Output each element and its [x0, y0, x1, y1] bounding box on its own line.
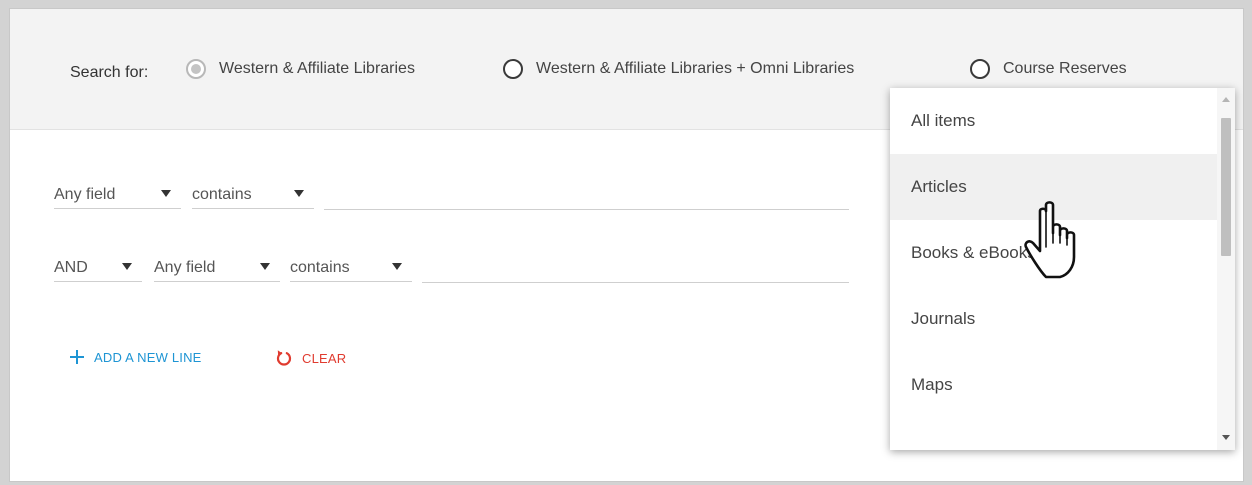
radio-unchecked-icon: [503, 59, 523, 79]
field-select-value: Any field: [54, 185, 116, 203]
condition-select-value: contains: [192, 185, 252, 203]
radio-label: Western & Affiliate Libraries + Omni Lib…: [536, 60, 855, 77]
radio-western-affiliate-libraries[interactable]: Western & Affiliate Libraries: [186, 59, 415, 79]
caret-down-icon: [161, 190, 171, 197]
dropdown-option-articles[interactable]: Articles: [890, 154, 1217, 220]
operator-select-value: AND: [54, 258, 88, 276]
dropdown-scrollbar[interactable]: [1217, 88, 1235, 450]
add-new-line-label: ADD A NEW LINE: [94, 349, 202, 365]
scroll-up-arrow-icon[interactable]: [1222, 97, 1230, 102]
scrollbar-thumb[interactable]: [1221, 118, 1231, 256]
caret-down-icon: [122, 263, 132, 270]
scroll-down-arrow-icon[interactable]: [1222, 435, 1230, 440]
caret-down-icon: [392, 263, 402, 270]
condition-select-row-1[interactable]: contains: [192, 181, 314, 209]
radio-label: Western & Affiliate Libraries: [219, 60, 415, 77]
radio-checked-icon: [186, 59, 206, 79]
operator-select-row-2[interactable]: AND: [54, 254, 142, 282]
dropdown-option-maps[interactable]: Maps: [890, 352, 1217, 418]
radio-course-reserves[interactable]: Course Reserves: [970, 59, 1127, 79]
add-new-line-button[interactable]: ADD A NEW LINE: [69, 349, 202, 365]
radio-label: Course Reserves: [1003, 60, 1127, 77]
material-type-dropdown: All items Articles Books & eBooks Journa…: [890, 88, 1235, 450]
field-select-value: Any field: [154, 258, 216, 276]
clear-label: CLEAR: [302, 350, 347, 366]
caret-down-icon: [294, 190, 304, 197]
plus-icon: [70, 350, 84, 364]
clear-button[interactable]: CLEAR: [275, 349, 346, 367]
search-for-label: Search for:: [70, 64, 149, 81]
field-select-row-1[interactable]: Any field: [54, 181, 181, 209]
advanced-search-panel: Search for: Western & Affiliate Librarie…: [9, 8, 1244, 482]
search-term-input-row-2[interactable]: [422, 254, 849, 283]
radio-unchecked-icon: [970, 59, 990, 79]
condition-select-row-2[interactable]: contains: [290, 254, 412, 282]
caret-down-icon: [260, 263, 270, 270]
search-term-input-row-1[interactable]: [324, 181, 849, 210]
radio-western-omni-libraries[interactable]: Western & Affiliate Libraries + Omni Lib…: [503, 59, 854, 79]
dropdown-option-all-items[interactable]: All items: [890, 88, 1217, 154]
refresh-icon: [276, 350, 292, 366]
dropdown-option-journals[interactable]: Journals: [890, 286, 1217, 352]
field-select-row-2[interactable]: Any field: [154, 254, 280, 282]
dropdown-option-books-ebooks[interactable]: Books & eBooks: [890, 220, 1217, 286]
condition-select-value: contains: [290, 258, 350, 276]
